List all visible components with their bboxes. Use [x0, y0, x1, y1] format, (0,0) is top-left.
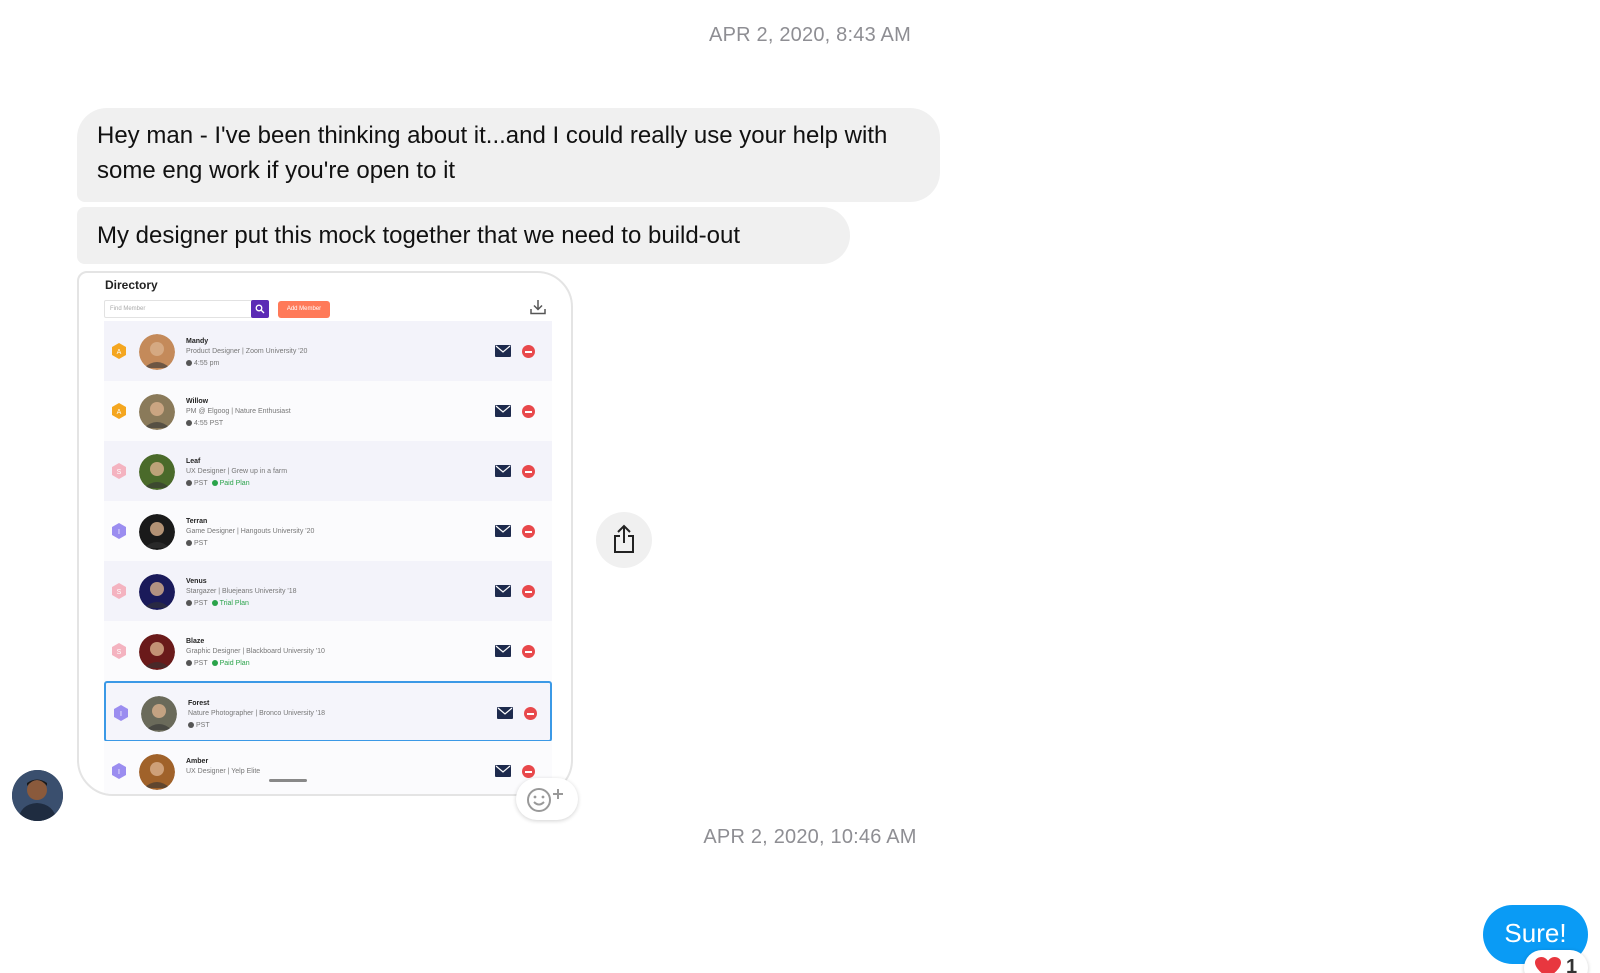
remove-icon: [522, 405, 535, 418]
mock-member-row: S Venus Stargazer | Bluejeans University '…: [104, 561, 552, 622]
incoming-message[interactable]: My designer put this mock together that …: [77, 207, 850, 264]
share-icon: [614, 524, 634, 553]
mail-icon: [495, 405, 511, 417]
mock-member-name: Forest: [188, 700, 210, 707]
role-badge-icon: I: [112, 763, 126, 779]
mock-member-row: A Mandy Product Designer | Zoom University…: [104, 321, 552, 382]
svg-text:A: A: [117, 349, 122, 356]
role-badge-icon: S: [112, 643, 126, 659]
mock-add-member-button: Add Member: [278, 301, 330, 318]
mock-member-row: S Leaf UX Designer | Grew up in a farm PST P…: [104, 441, 552, 502]
mail-icon: [497, 707, 513, 719]
mock-member-meta: PST: [188, 722, 210, 729]
mock-member-name: Leaf: [186, 458, 201, 465]
mail-icon: [495, 585, 511, 597]
share-button[interactable]: [596, 512, 652, 568]
mock-member-row: I Forest Nature Photographer | Bronco Univ…: [104, 681, 552, 742]
mock-member-subtitle: Game Designer | Hangouts University '20: [186, 528, 315, 535]
mock-member-meta: 4:55 pm: [186, 360, 219, 367]
svg-text:S: S: [117, 649, 122, 656]
emoji-add-icon: [527, 788, 563, 812]
mock-member-name: Amber: [186, 758, 209, 765]
mock-member-subtitle: PM @ Elgoog | Nature Enthusiast: [186, 408, 291, 415]
timestamp: APR 2, 2020, 10:46 AM: [703, 826, 917, 848]
mock-member-row: I Amber UX Designer | Yelp Elite: [104, 741, 552, 794]
remove-icon: [522, 345, 535, 358]
role-badge-icon: I: [112, 523, 126, 539]
heart-reaction[interactable]: 1: [1524, 950, 1588, 973]
mail-icon: [495, 465, 511, 477]
mock-member-row: I Terran Game Designer | Hangouts Universi…: [104, 501, 552, 562]
avatar: [139, 514, 175, 550]
avatar: [141, 696, 177, 732]
svg-text:A: A: [117, 409, 122, 416]
mail-icon: [495, 345, 511, 357]
svg-text:I: I: [118, 769, 120, 776]
mock-member-meta: PST Paid Plan: [186, 660, 250, 667]
avatar[interactable]: [12, 770, 63, 821]
mock-member-subtitle: Nature Photographer | Bronco University …: [188, 710, 326, 717]
timestamp: APR 2, 2020, 8:43 AM: [709, 24, 911, 46]
mock-member-meta: PST Trial Plan: [186, 600, 249, 607]
svg-text:S: S: [117, 469, 122, 476]
mock-member-subtitle: Graphic Designer | Blackboard University…: [186, 648, 325, 655]
svg-text:I: I: [120, 711, 122, 718]
role-badge-icon: A: [112, 343, 126, 359]
role-badge-icon: A: [112, 403, 126, 419]
mock-search-icon: [251, 300, 269, 318]
heart-icon: [1535, 957, 1561, 973]
svg-text:I: I: [118, 529, 120, 536]
mock-member-name: Blaze: [186, 638, 205, 645]
mock-member-subtitle: Product Designer | Zoom University '20: [186, 348, 308, 355]
mock-member-subtitle: UX Designer | Yelp Elite: [186, 768, 261, 775]
avatar: [139, 454, 175, 490]
avatar: [139, 574, 175, 610]
mock-member-meta: 4:55 PST: [186, 420, 223, 427]
mock-member-row: A Willow PM @ Elgoog | Nature Enthusiast 4:…: [104, 381, 552, 442]
mock-member-name: Terran: [186, 518, 208, 525]
mail-icon: [495, 765, 511, 777]
role-badge-icon: S: [112, 463, 126, 479]
mail-icon: [495, 645, 511, 657]
avatar: [139, 754, 175, 790]
remove-icon: [522, 525, 535, 538]
role-badge-icon: I: [114, 705, 128, 721]
remove-icon: [522, 765, 535, 778]
mock-member-meta: PST: [186, 540, 208, 547]
remove-icon: [522, 645, 535, 658]
mock-member-name: Mandy: [186, 338, 209, 345]
avatar: [139, 634, 175, 670]
image-attachment[interactable]: Directory Find Member Add Member A Mandy P…: [77, 271, 573, 796]
mock-search-input: Find Member: [104, 300, 259, 318]
mock-member-subtitle: Stargazer | Bluejeans University '18: [186, 588, 297, 595]
mail-icon: [495, 525, 511, 537]
mock-scrollbar: [269, 779, 307, 782]
remove-icon: [524, 707, 537, 720]
mock-member-subtitle: UX Designer | Grew up in a farm: [186, 468, 288, 475]
incoming-message[interactable]: Hey man - I've been thinking about it...…: [77, 108, 940, 202]
mock-title: Directory: [105, 278, 158, 292]
avatar: [139, 334, 175, 370]
remove-icon: [522, 465, 535, 478]
mock-member-row: S Blaze Graphic Designer | Blackboard Univ…: [104, 621, 552, 682]
mock-member-meta: PST Paid Plan: [186, 480, 250, 487]
avatar: [139, 394, 175, 430]
add-reaction-button[interactable]: [516, 778, 578, 820]
mock-member-name: Venus: [186, 578, 207, 585]
svg-text:S: S: [117, 589, 122, 596]
download-icon: [529, 298, 547, 321]
role-badge-icon: S: [112, 583, 126, 599]
reaction-count: 1: [1566, 956, 1578, 973]
mock-member-name: Willow: [186, 398, 209, 405]
remove-icon: [522, 585, 535, 598]
